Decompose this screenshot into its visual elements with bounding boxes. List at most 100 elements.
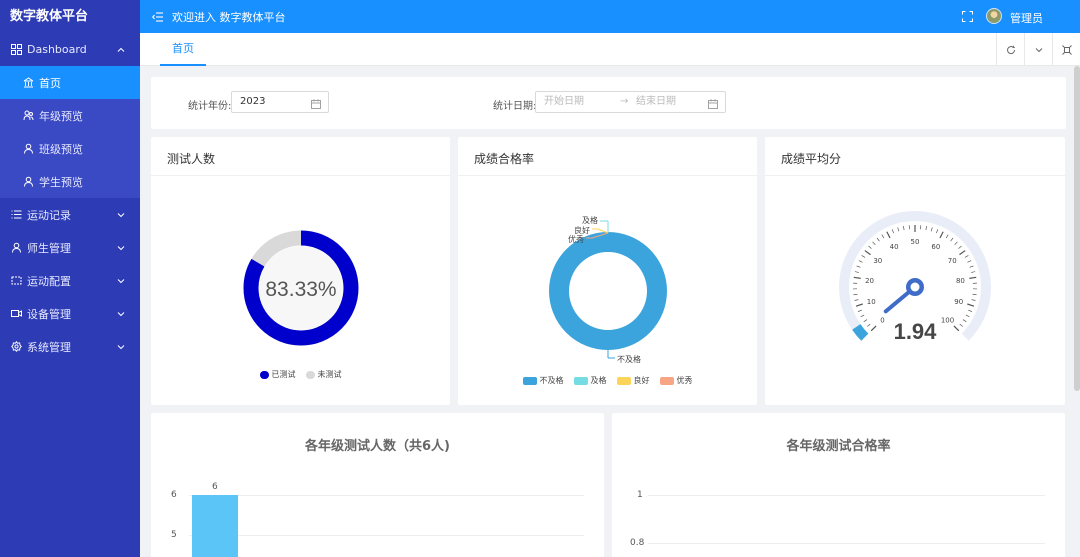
avg-score-gauge: 0 10 20 30 40 50 60 70 80 90 100 1.94: [839, 211, 991, 353]
gridline: [648, 495, 1045, 496]
card-title: 测试人数: [167, 152, 216, 166]
chevron-down-icon: [116, 276, 126, 286]
gauge-tick-label: 90: [954, 298, 963, 306]
y-tick-label: 6: [171, 490, 177, 500]
gridline: [189, 495, 584, 496]
tab-bar: 首页: [140, 33, 1080, 66]
chevron-down-icon: [116, 210, 126, 220]
test-donut-chart: 83.33%: [243, 230, 359, 346]
crop-icon: [10, 275, 22, 287]
gauge-tick-label: 50: [911, 238, 920, 246]
chevron-down-icon: [116, 342, 126, 352]
divider: [151, 175, 450, 176]
sidebar-item-dashboard[interactable]: Dashboard: [0, 33, 140, 66]
avg-score-value: 1.94: [894, 319, 938, 344]
tab-tools: [996, 33, 1080, 66]
legend-pass[interactable]: 及格: [573, 375, 607, 386]
legend-label: 未测试: [317, 370, 342, 379]
gridline: [189, 535, 584, 536]
gauge-tick-label: 40: [890, 243, 899, 251]
legend-fail[interactable]: 不及格: [522, 375, 564, 386]
gauge-tick-label: 60: [931, 243, 940, 251]
sidebar-item-student-preview[interactable]: 学生预览: [0, 165, 140, 198]
avg-score-card: 成绩平均分 0 10 20 30 40 50 60 70 80 90 100 1.94: [765, 137, 1065, 405]
sidebar-item-label: 系统管理: [27, 340, 71, 354]
gauge-progress: [852, 324, 869, 341]
y-tick-label: 5: [171, 530, 177, 540]
chart-title: 各年级测试人数（共6人): [305, 439, 450, 454]
pass-rate-card: 成绩合格率 及格 良好 优秀 不及格 不及格 及格 良好 优秀: [458, 137, 757, 405]
test-legend: 已测试 未测试: [151, 369, 450, 380]
legend-swatch: [522, 376, 537, 385]
sidebar-item-teacher-student[interactable]: 师生管理: [0, 231, 140, 264]
refresh-button[interactable]: [996, 33, 1024, 66]
legend-swatch: [305, 370, 315, 379]
bar-grade-1[interactable]: [192, 495, 238, 557]
date-range-picker[interactable]: 开始日期 → 结束日期: [535, 91, 726, 113]
sidebar-item-sport-records[interactable]: 运动记录: [0, 198, 140, 231]
fullscreen-icon[interactable]: [962, 11, 973, 22]
gauge-tick-label: 70: [948, 257, 957, 265]
user-icon: [22, 143, 34, 155]
menu-fold-icon[interactable]: [152, 11, 164, 23]
range-arrow: →: [620, 96, 629, 107]
test-count-card: 测试人数 83.33% 已测试 未测试: [151, 137, 450, 405]
sidebar-item-system-mgmt[interactable]: 系统管理: [0, 330, 140, 363]
divider: [765, 175, 1065, 176]
sidebar-item-label: 运动记录: [27, 208, 71, 222]
gauge-tick-label: 10: [867, 298, 876, 306]
expand-icon: [1061, 44, 1072, 55]
brand-title: 数字教体平台: [10, 9, 89, 24]
chevron-down-icon: [116, 309, 126, 319]
divider: [458, 175, 757, 176]
gauge-minor-tick: [853, 293, 858, 296]
gauge-tick-label: 30: [873, 257, 882, 265]
y-tick-label: 0.8: [630, 538, 645, 548]
percent-text: 83.33%: [265, 278, 336, 301]
sidebar-item-sport-config[interactable]: 运动配置: [0, 264, 140, 297]
page-scrollbar[interactable]: [1074, 66, 1080, 391]
legend-label: 已测试: [271, 370, 296, 379]
year-value: 2023: [240, 96, 266, 107]
gridline: [648, 543, 1045, 544]
legend-untested[interactable]: 未测试: [305, 369, 342, 380]
gear-icon: [10, 341, 22, 353]
gauge-minor-tick: [972, 293, 977, 296]
calendar-icon: [311, 97, 321, 109]
start-date-placeholder: 开始日期: [544, 96, 584, 107]
tab-fullscreen-button[interactable]: [1052, 33, 1080, 66]
grade-pass-rate-card: 各年级测试合格率 1 0.8: [612, 413, 1065, 557]
legend-excellent[interactable]: 优秀: [659, 375, 693, 386]
sidebar-item-device-mgmt[interactable]: 设备管理: [0, 297, 140, 330]
legend-label: 不及格: [539, 376, 564, 385]
tab-dropdown-button[interactable]: [1024, 33, 1052, 66]
gauge-tick-label: 20: [865, 277, 874, 285]
legend-tested[interactable]: 已测试: [259, 369, 296, 380]
sidebar-item-home[interactable]: 首页: [0, 66, 140, 99]
tab-home[interactable]: 首页: [160, 33, 206, 66]
chevron-down-icon: [116, 243, 126, 253]
top-header: 欢迎进入 数字教体平台 管理员: [140, 0, 1080, 33]
avatar[interactable]: [986, 8, 1002, 24]
chart-title: 各年级测试合格率: [786, 439, 891, 454]
username[interactable]: 管理员: [1010, 10, 1043, 26]
legend-swatch: [259, 370, 269, 379]
refresh-icon: [1006, 45, 1015, 54]
dashboard-submenu: 首页 年级预览 班级预览 学生预览: [0, 66, 140, 198]
welcome-text: 欢迎进入 数字教体平台: [172, 10, 286, 24]
gauge-tick-label: 100: [941, 317, 954, 325]
camera-icon: [10, 308, 22, 320]
sidebar-item-class-preview[interactable]: 班级预览: [0, 132, 140, 165]
sidebar-item-grade-preview[interactable]: 年级预览: [0, 99, 140, 132]
legend-swatch: [573, 376, 588, 385]
excellent-label: 优秀: [568, 234, 584, 244]
year-picker[interactable]: 2023: [231, 91, 329, 113]
pass-donut-chart: 及格 良好 优秀 不及格: [549, 215, 667, 364]
sidebar-item-label: 师生管理: [27, 241, 71, 255]
bar-value-label: 6: [212, 482, 218, 492]
team-icon: [22, 110, 34, 122]
legend-good[interactable]: 良好: [616, 375, 650, 386]
list-icon: [10, 209, 22, 221]
chevron-up-icon: [116, 45, 126, 55]
bank-icon: [22, 77, 34, 89]
